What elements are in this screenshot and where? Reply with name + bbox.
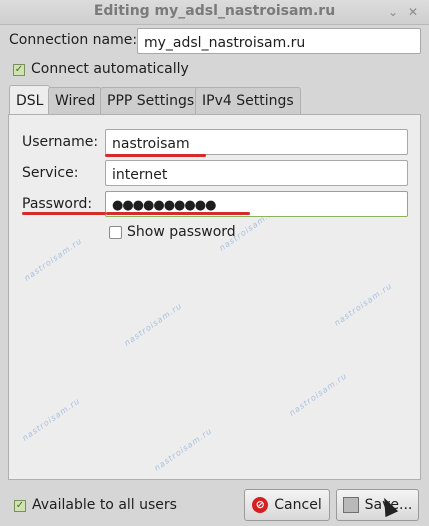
watermark-3: nastroisam.ru <box>332 281 394 328</box>
username-input[interactable]: nastroisam <box>105 129 408 155</box>
watermark-6: nastroisam.ru <box>20 396 82 443</box>
available-to-all-users-checkbox[interactable]: ✓ <box>14 500 26 512</box>
minimize-icon[interactable]: ⌄ <box>386 5 400 19</box>
service-label: Service: <box>22 165 79 181</box>
username-label: Username: <box>22 134 99 150</box>
tab-ppp-settings[interactable]: PPP Settings <box>100 87 202 114</box>
watermark-5: nastroisam.ru <box>287 371 349 418</box>
available-to-all-users-label[interactable]: Available to all users <box>32 497 177 513</box>
save-icon <box>342 497 359 513</box>
cancel-button-label: Cancel <box>274 497 322 513</box>
title-bar: Editing my_adsl_nastroisam.ru ⌄ ✕ <box>0 0 429 25</box>
service-input[interactable]: internet <box>105 160 408 186</box>
password-underline-annotation <box>106 212 250 215</box>
show-password-label[interactable]: Show password <box>127 224 236 240</box>
connect-automatically-label[interactable]: Connect automatically <box>31 61 189 77</box>
cancel-icon: ⊘ <box>252 497 269 513</box>
tab-dsl[interactable]: DSL <box>9 85 51 115</box>
tab-wired[interactable]: Wired <box>48 87 103 114</box>
watermark-4: nastroisam.ru <box>122 301 184 348</box>
watermark-7: nastroisam.ru <box>152 426 214 473</box>
password-label-underline-annotation <box>22 212 106 215</box>
tab-ipv4-settings[interactable]: IPv4 Settings <box>195 87 301 114</box>
close-icon[interactable]: ✕ <box>406 5 420 19</box>
show-password-checkbox[interactable] <box>109 226 122 239</box>
cancel-button[interactable]: ⊘ Cancel <box>244 489 330 521</box>
connect-automatically-checkbox[interactable]: ✓ <box>13 64 25 76</box>
watermark-1: nastroisam.ru <box>22 236 84 283</box>
connection-name-input[interactable]: my_adsl_nastroisam.ru <box>137 28 421 54</box>
save-button[interactable]: Save... <box>336 489 419 521</box>
password-label: Password: <box>22 196 93 212</box>
connection-name-label: Connection name: <box>9 32 138 48</box>
window-title: Editing my_adsl_nastroisam.ru <box>93 3 336 19</box>
username-underline-annotation <box>105 154 206 157</box>
